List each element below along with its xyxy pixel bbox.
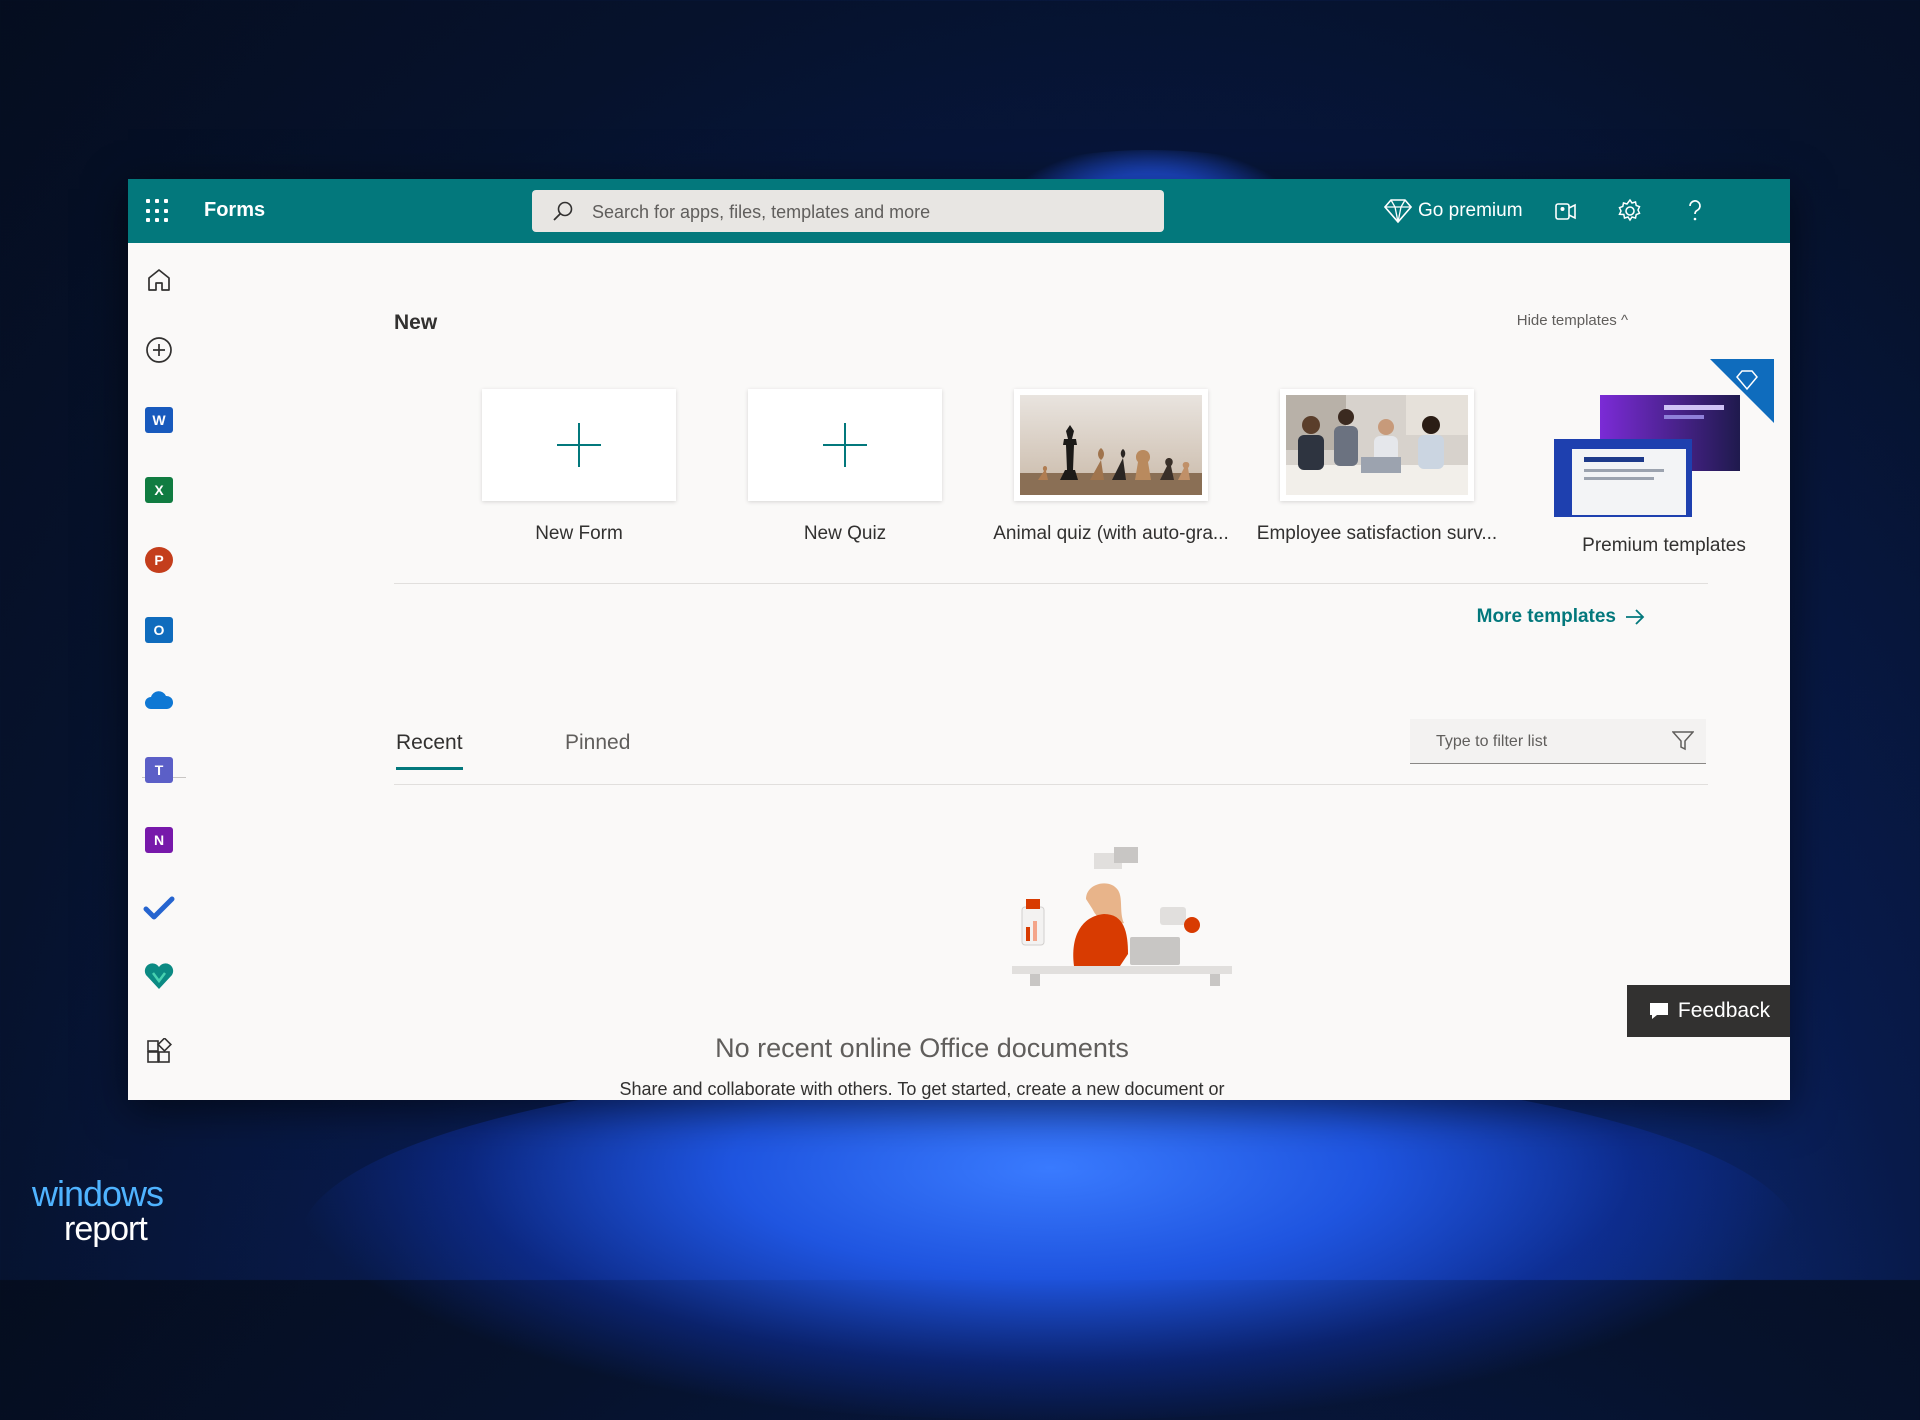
- app-name[interactable]: Forms: [204, 199, 265, 222]
- tabs-divider: [394, 784, 1708, 785]
- arrow-right-icon: [1626, 609, 1645, 625]
- empty-state-subtitle: Share and collaborate with others. To ge…: [619, 1079, 1225, 1099]
- new-form-label: New Form: [535, 523, 623, 544]
- employee-survey-label: Employee satisfaction surv...: [1256, 523, 1498, 544]
- new-quiz-card[interactable]: [748, 389, 942, 501]
- settings-icon[interactable]: [1615, 196, 1645, 226]
- left-app-rail: W X P O T N: [128, 243, 190, 1100]
- todo-icon[interactable]: [142, 891, 176, 925]
- new-section-title: New: [394, 311, 438, 334]
- windows-report-watermark: windows report: [32, 1173, 164, 1248]
- empty-state-illustration: [990, 841, 1250, 1016]
- plus-icon: [557, 423, 601, 467]
- teams-icon[interactable]: T: [142, 753, 176, 787]
- tab-pinned[interactable]: Pinned: [565, 731, 630, 755]
- go-premium-button[interactable]: Go premium: [1384, 196, 1523, 226]
- home-icon[interactable]: [142, 263, 176, 297]
- feedback-button[interactable]: Feedback: [1627, 985, 1790, 1037]
- premium-templates-label: Premium templates: [1582, 535, 1746, 556]
- office-people-thumbnail: [1286, 395, 1468, 495]
- employee-survey-template-card[interactable]: [1280, 389, 1474, 501]
- wallpaper-bloom: [300, 1060, 1800, 1420]
- feedback-icon: [1649, 1003, 1668, 1019]
- search-input[interactable]: [590, 190, 1154, 234]
- filter-input[interactable]: [1434, 719, 1658, 765]
- waffle-icon[interactable]: [146, 199, 170, 223]
- search-box[interactable]: [532, 190, 1164, 234]
- excel-icon[interactable]: X: [142, 473, 176, 507]
- templates-divider: [394, 583, 1708, 584]
- onenote-icon[interactable]: N: [142, 823, 176, 857]
- go-premium-label: Go premium: [1418, 200, 1523, 221]
- tab-recent[interactable]: Recent: [396, 731, 463, 770]
- plus-icon: [823, 423, 867, 467]
- powerpoint-icon[interactable]: P: [142, 543, 176, 577]
- outlook-icon[interactable]: O: [142, 613, 176, 647]
- main-content: New Hide templates ^ New Form New Quiz A…: [190, 243, 1790, 1100]
- more-templates-link[interactable]: More templates: [1477, 606, 1646, 628]
- empty-state-title: No recent online Office documents: [715, 1033, 1129, 1063]
- filter-box[interactable]: [1410, 719, 1706, 765]
- word-icon[interactable]: W: [142, 403, 176, 437]
- feedback-label: Feedback: [1677, 999, 1771, 1022]
- teams-meeting-icon[interactable]: [1550, 196, 1580, 226]
- hide-templates-link[interactable]: Hide templates ^: [1517, 312, 1628, 329]
- chess-thumbnail: [1020, 395, 1202, 495]
- new-form-card[interactable]: [482, 389, 676, 501]
- viva-icon[interactable]: [142, 959, 176, 993]
- search-icon: [553, 201, 573, 221]
- onedrive-icon[interactable]: [142, 683, 176, 717]
- premium-templates-card[interactable]: [1554, 359, 1774, 519]
- all-apps-icon[interactable]: [142, 1035, 176, 1069]
- animal-quiz-label: Animal quiz (with auto-gra...: [993, 523, 1229, 544]
- watermark-line1: windows: [32, 1173, 164, 1214]
- new-quiz-label: New Quiz: [803, 523, 887, 544]
- more-templates-label: More templates: [1476, 606, 1616, 627]
- diamond-icon: [1384, 199, 1412, 224]
- help-icon[interactable]: [1680, 196, 1710, 226]
- animal-quiz-template-card[interactable]: [1014, 389, 1208, 501]
- filter-icon[interactable]: [1672, 731, 1694, 751]
- top-bar: Forms Go premium: [128, 179, 1790, 243]
- forms-window: Forms Go premium W X P O: [128, 179, 1790, 1100]
- watermark-line2: report: [64, 1210, 148, 1248]
- create-icon[interactable]: [142, 333, 176, 367]
